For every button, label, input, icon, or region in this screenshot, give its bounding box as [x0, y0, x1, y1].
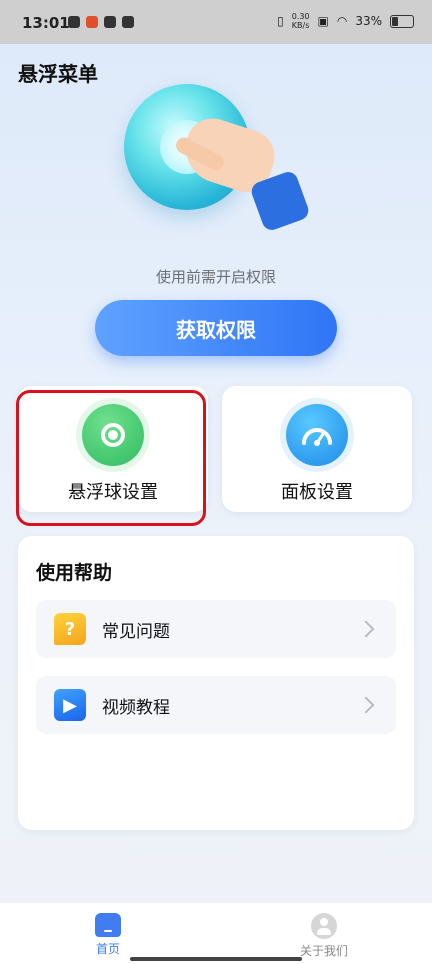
gesture-bar[interactable] — [130, 957, 302, 961]
help-title: 使用帮助 — [36, 562, 113, 584]
status-time: 13:01 — [22, 14, 70, 32]
status-right: ▯ 0.30 KB/s ▣ ◠ 33% — [277, 12, 414, 30]
floating-ball-settings-card[interactable]: 悬浮球设置 — [18, 386, 208, 512]
chevron-right-icon — [357, 620, 375, 638]
get-permission-button[interactable]: 获取权限 — [95, 300, 337, 356]
network-speed-value: 0.30 — [291, 12, 310, 21]
video-tutorial-item[interactable]: ▶ 视频教程 — [36, 676, 396, 734]
notification-icons — [68, 16, 134, 28]
video-icon: ▶ — [54, 689, 86, 721]
user-icon — [311, 913, 337, 939]
speedometer-icon — [286, 404, 348, 466]
gauge-glyph — [302, 428, 332, 446]
ring-glyph — [101, 423, 125, 447]
tab-home-label: 首页 — [95, 942, 120, 956]
home-icon — [95, 913, 121, 937]
tab-home[interactable]: 首页 — [58, 913, 158, 957]
tab-about-label: 关于我们 — [299, 944, 348, 958]
battery-icon — [390, 14, 414, 28]
page-title: 悬浮菜单 — [18, 62, 98, 86]
help-card: 使用帮助 ? 常见问题 ▶ 视频教程 — [18, 536, 414, 830]
app-notification-icon — [86, 16, 98, 28]
bottom-navigation: 首页 关于我们 — [0, 903, 432, 964]
hero-illustration — [124, 84, 312, 234]
floating-ball-icon — [82, 404, 144, 466]
notification-icon — [68, 16, 80, 28]
tiktok-icon — [104, 16, 116, 28]
permission-hint: 使用前需开启权限 — [155, 268, 276, 286]
network-speed-unit: KB/s — [291, 21, 310, 30]
sim-icon: ▣ — [317, 14, 329, 28]
chevron-right-icon — [357, 696, 375, 714]
wifi-icon: ◠ — [336, 14, 348, 28]
faq-item[interactable]: ? 常见问题 — [36, 600, 396, 658]
network-speed: 0.30 KB/s — [292, 12, 310, 30]
crown-icon — [122, 16, 134, 28]
video-tutorial-label: 视频教程 — [102, 697, 170, 718]
faq-label: 常见问题 — [102, 621, 170, 642]
question-bubble-icon: ? — [54, 613, 86, 645]
floating-ball-settings-label: 悬浮球设置 — [68, 482, 158, 503]
vibrate-icon: ▯ — [277, 14, 284, 28]
panel-settings-card[interactable]: 面板设置 — [222, 386, 412, 512]
tab-about-us[interactable]: 关于我们 — [274, 913, 374, 959]
battery-percent: 33% — [355, 14, 382, 28]
status-bar: 13:01 ▯ 0.30 KB/s ▣ ◠ 33% — [0, 0, 432, 44]
panel-settings-label: 面板设置 — [281, 482, 353, 503]
